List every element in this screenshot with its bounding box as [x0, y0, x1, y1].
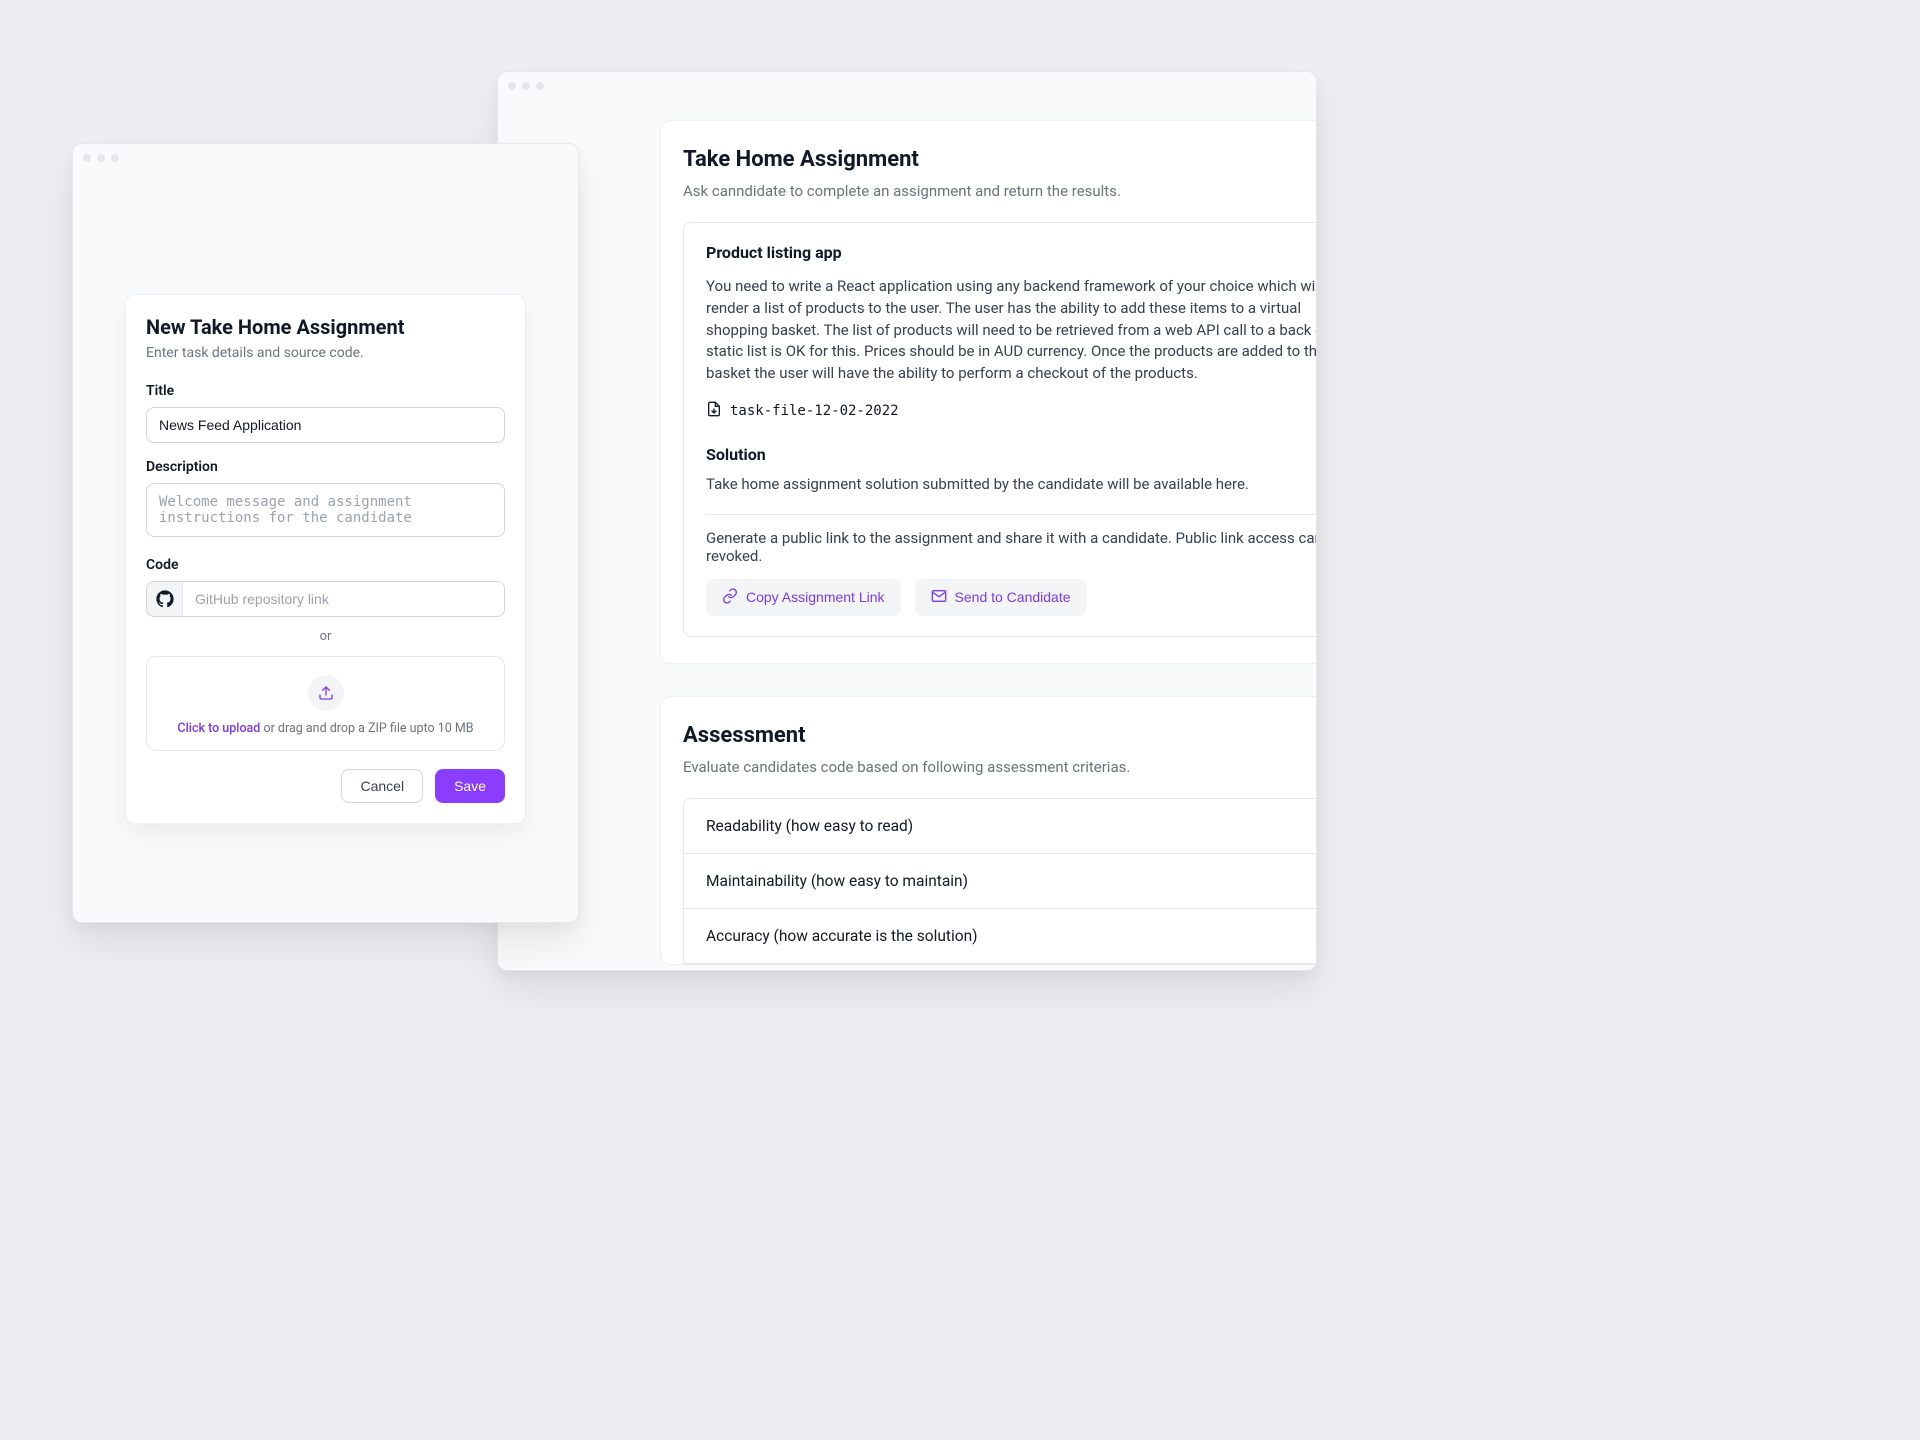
description-input[interactable] [146, 483, 505, 537]
take-home-panel: Take Home Assignment Ask canndidate to c… [660, 120, 1317, 664]
traffic-light-close-icon[interactable] [83, 154, 91, 162]
card-subtitle: Enter task details and source code. [146, 345, 505, 361]
copy-link-label: Copy Assignment Link [746, 589, 885, 605]
form-window: New Take Home Assignment Enter task deta… [72, 143, 579, 923]
link-icon [722, 588, 738, 607]
solution-label: Solution [706, 445, 1317, 464]
send-candidate-button[interactable]: Send to Candidate [915, 579, 1087, 616]
task-file-row[interactable]: task-file-12-02-2022 [706, 401, 1317, 421]
divider [706, 514, 1317, 515]
mail-icon [931, 588, 947, 607]
upload-rest: or drag and drop a ZIP file upto 10 MB [260, 721, 473, 736]
assessment-title: Assessment [683, 723, 1317, 748]
send-candidate-label: Send to Candidate [955, 589, 1071, 605]
detail-window: Take Home Assignment Ask canndidate to c… [497, 71, 1317, 971]
save-button[interactable]: Save [435, 769, 505, 803]
assignment-task-body: You need to write a React application us… [706, 276, 1317, 385]
description-label: Description [146, 459, 505, 475]
file-download-icon [706, 401, 722, 421]
criteria-row[interactable]: Readability (how easy to read) [684, 799, 1317, 854]
title-label: Title [146, 383, 505, 399]
traffic-light-zoom-icon[interactable] [536, 82, 544, 90]
traffic-light-minimize-icon[interactable] [522, 82, 530, 90]
criteria-row[interactable]: Accuracy (how accurate is the solution) [684, 909, 1317, 963]
new-assignment-card: New Take Home Assignment Enter task deta… [125, 294, 526, 824]
assessment-criteria-list: Readability (how easy to read) Maintaina… [683, 798, 1317, 964]
upload-dropzone[interactable]: Click to upload or drag and drop a ZIP f… [146, 656, 505, 751]
window-titlebar [498, 72, 1316, 100]
solution-text: Take home assignment solution submitted … [706, 474, 1317, 496]
assessment-subtitle: Evaluate candidates code based on follow… [683, 758, 1317, 776]
or-separator: or [146, 629, 505, 644]
window-titlebar [73, 144, 578, 172]
traffic-light-minimize-icon[interactable] [97, 154, 105, 162]
assignment-task-title: Product listing app [706, 243, 1317, 262]
take-home-title: Take Home Assignment [683, 147, 1317, 172]
github-icon [147, 582, 183, 616]
traffic-light-zoom-icon[interactable] [111, 154, 119, 162]
criteria-row[interactable]: Maintainability (how easy to maintain) [684, 854, 1317, 909]
upload-text: Click to upload or drag and drop a ZIP f… [159, 721, 492, 736]
assessment-panel: Assessment Evaluate candidates code base… [660, 696, 1317, 965]
task-file-name: task-file-12-02-2022 [730, 403, 899, 419]
github-link-input[interactable] [183, 582, 504, 616]
github-input-group [146, 581, 505, 617]
title-input[interactable] [146, 407, 505, 443]
copy-link-button[interactable]: Copy Assignment Link [706, 579, 901, 616]
code-label: Code [146, 557, 505, 573]
cancel-button[interactable]: Cancel [341, 769, 423, 803]
assignment-card: Product listing app You need to write a … [683, 222, 1317, 637]
traffic-light-close-icon[interactable] [508, 82, 516, 90]
take-home-subtitle: Ask canndidate to complete an assignment… [683, 182, 1317, 200]
share-instructions: Generate a public link to the assignment… [706, 529, 1317, 565]
upload-icon [308, 675, 344, 711]
card-title: New Take Home Assignment [146, 315, 505, 339]
upload-link[interactable]: Click to upload [177, 721, 260, 736]
